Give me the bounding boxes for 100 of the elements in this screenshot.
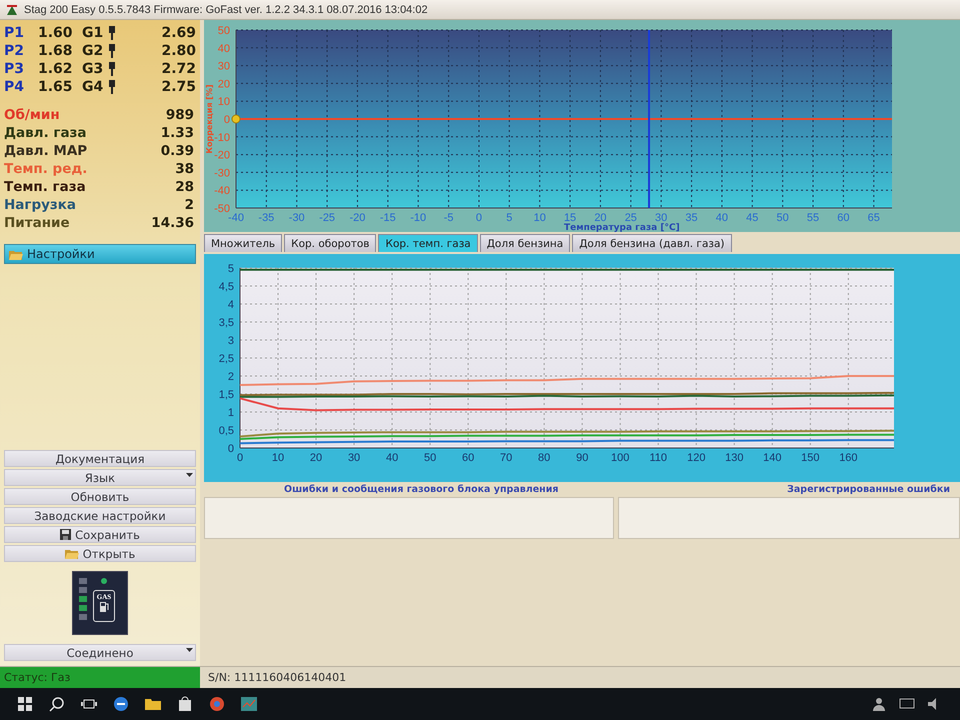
pressure-label: P3 [4,61,26,77]
caret-icon [186,473,193,478]
axis-tick-label: 45 [746,212,758,224]
parameter-value: 38 [175,161,194,177]
tab[interactable]: Кор. оборотов [284,234,376,252]
axis-tick-label: 40 [716,212,728,224]
menu-button[interactable]: Обновить [4,488,196,505]
axis-tick-label: -10 [214,132,230,144]
pressure-label: P1 [4,25,26,41]
parameter-label: Давл. газа [4,125,87,141]
pressure-value: 1.68 [38,43,74,59]
axis-tick-label: 3,5 [218,317,234,329]
parameter-value: 28 [175,179,194,195]
circle-app-icon[interactable] [208,695,226,713]
axis-tick-label: 5 [228,263,234,275]
status-text: Статус: Газ [0,667,200,688]
axis-tick-label: 10 [534,212,546,224]
parameter-label: Темп. газа [4,179,86,195]
injector-label: G2 [82,43,104,59]
axis-tick-label: 25 [624,212,637,224]
parameter-label: Темп. ред. [4,161,88,177]
language-dropdown[interactable]: Язык [4,469,196,486]
injector-label: G1 [82,25,104,41]
tab[interactable]: Доля бензина (давл. газа) [572,234,732,252]
axis-tick-label: 15 [564,212,576,224]
axis-tick-label: 110 [649,452,668,464]
axis-tick-label: 0,5 [218,425,234,437]
shopping-bag-icon[interactable] [176,695,194,713]
axis-tick-label: -40 [214,185,230,198]
injection-time-value: 2.75 [160,79,196,95]
tab[interactable]: Кор. темп. газа [378,234,478,252]
chart-app-icon[interactable] [240,695,258,713]
axis-tick-label: 20 [218,78,230,90]
axis-tick-label: 30 [348,452,360,464]
axis-tick-label: -25 [319,212,336,224]
axis-tick-label: 60 [837,212,850,224]
axis-tick-label: 0 [224,114,230,126]
axis-tick-label: 50 [218,25,230,37]
injection-time-value: 2.69 [160,25,196,41]
axis-tick-label: 2,5 [218,353,234,365]
axis-tick-label: -20 [350,212,366,224]
errors-title: Ошибки и сообщения газового блока управления [284,484,558,495]
registered-errors-title: Зарегистрированные ошибки [787,484,950,495]
axis-tick-label: -15 [380,212,396,224]
axis-tick-label: -30 [288,212,305,224]
axis-tick-label: -50 [214,203,230,215]
axis-tick-label: 60 [462,452,474,464]
axis-tick-label: -35 [258,212,274,224]
axis-tick-label: 5 [506,212,512,224]
search-icon[interactable] [48,695,66,713]
axis-tick-label: 90 [576,452,588,464]
axis-tick-label: 40 [218,42,230,55]
pressure-label: P4 [4,79,26,95]
axis-tick-label: -40 [228,212,244,224]
parameter-label: Питание [4,215,70,231]
parameter-label: Об/мин [4,107,60,123]
menu-button[interactable]: Сохранить [4,526,196,543]
menu-button[interactable]: Документация [4,450,196,467]
axis-tick-label: 50 [776,212,789,224]
pressure-label: P2 [4,43,26,59]
injector-icon [108,26,116,40]
pressure-value: 1.60 [38,25,74,41]
axis-tick-label: 70 [500,452,512,464]
axis-tick-label: -20 [214,150,230,162]
axis-tick-label: 3 [228,335,234,347]
axis-tick-label: 0 [236,452,244,464]
axis-tick-label: 65 [868,212,880,224]
injector-label: G3 [82,61,104,77]
axis-tick-label: 1,5 [218,389,234,401]
axis-tick-label: 4 [228,299,234,311]
connection-dropdown[interactable]: Соединено [4,644,196,661]
fuel-pump-icon [99,601,109,613]
axis-tick-label: 55 [806,212,820,224]
parameter-label: Давл. MAP [4,143,88,159]
windows-logo-icon[interactable] [16,695,34,713]
axis-tick-label: 0 [228,443,234,455]
app-logo-icon [6,4,18,16]
browser-icon[interactable] [112,695,130,713]
injector-icon [108,80,116,94]
menu-button[interactable]: Открыть [4,545,196,562]
axis-tick-label: 140 [763,452,782,464]
menu-button[interactable]: Заводские настройки [4,507,196,524]
window-title: Stag 200 Easy 0.5.5.7843 Firmware: GoFast ver. 1.2.2 34.3.1 08.07.2016 13:04:02 [24,4,428,16]
person-icon[interactable] [870,695,888,713]
axis-tick-label: 20 [310,452,322,464]
injection-time-value: 2.80 [160,43,196,59]
tab[interactable]: Множитель [204,234,282,252]
axis-tick-label: 10 [218,96,230,108]
tab[interactable]: Доля бензина [480,234,570,252]
axis-tick-label: 80 [538,452,550,464]
axis-tick-label: -5 [444,212,454,224]
axis-tick-label: 100 [611,452,630,464]
parameter-value: 1.33 [160,125,194,141]
axis-tick-label: 1 [228,407,234,419]
settings-item[interactable]: Настройки [4,244,196,264]
injector-icon [108,44,116,58]
axis-tick-label: -30 [214,167,230,180]
axis-tick-label: 10 [272,452,284,464]
parameter-value: 0.39 [160,143,194,159]
injection-time-value: 2.72 [160,61,196,77]
